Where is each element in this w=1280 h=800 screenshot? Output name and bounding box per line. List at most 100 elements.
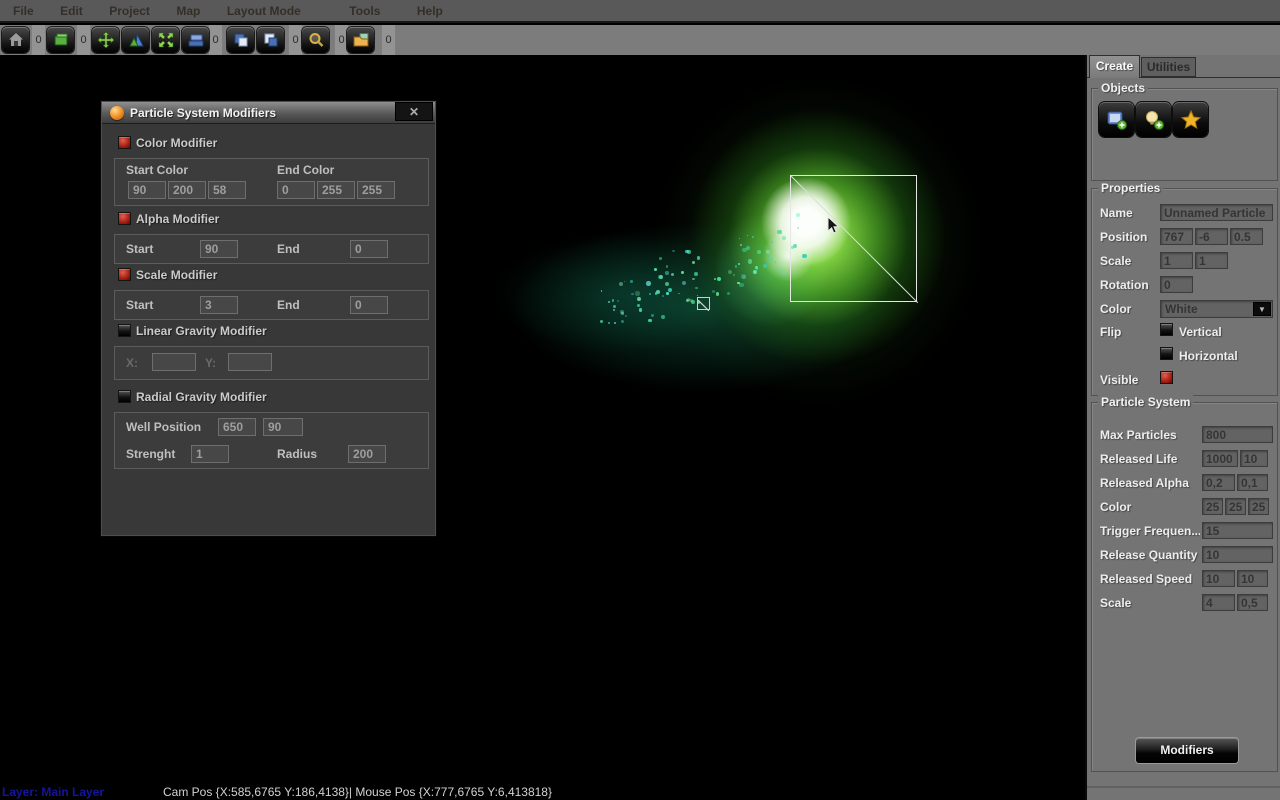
dialog-close-button[interactable]: ✕ [395,102,433,121]
menu-file[interactable]: File [2,0,45,18]
scale-modifier-checkbox[interactable] [118,268,131,281]
add-star-object-button[interactable] [1173,102,1208,137]
menu-layout-mode[interactable]: Layout Mode [216,0,312,18]
scale-x-input[interactable] [1160,252,1193,269]
ps-scale-input-2[interactable] [1237,594,1268,611]
dialog-title: Particle System Modifiers [130,106,276,120]
scale-icon [157,31,175,49]
mouse-cursor [827,216,843,236]
flip-vertical-label: Vertical [1179,325,1222,339]
position-y-input[interactable] [1195,228,1228,245]
tab-create[interactable]: Create [1089,55,1140,78]
name-input[interactable] [1160,204,1273,221]
bring-forward-button[interactable] [227,27,254,53]
end-color-r-input[interactable] [277,181,315,199]
released-life-input-1[interactable] [1202,450,1238,467]
rotate-tool-button[interactable] [122,27,149,53]
ps-color-r-input[interactable] [1202,498,1223,515]
chevron-down-icon[interactable]: ▼ [1253,302,1271,316]
visible-checkbox[interactable] [1160,371,1173,384]
trigger-frequency-input[interactable] [1202,522,1273,539]
toolbar-counter: 0 [381,25,396,55]
flip-horizontal-checkbox[interactable] [1160,347,1173,360]
color-dropdown-value: White [1165,302,1198,316]
selection-rectangle[interactable] [790,175,917,302]
scale-end-input[interactable] [350,296,388,314]
scale-tool-button[interactable] [152,27,179,53]
rotation-input[interactable] [1160,276,1193,293]
released-life-input-2[interactable] [1240,450,1268,467]
radius-input[interactable] [348,445,386,463]
modifiers-button[interactable]: Modifiers [1136,738,1238,763]
emitter-handle[interactable] [697,297,710,310]
menu-edit[interactable]: Edit [49,0,94,18]
zoom-tool-button[interactable] [302,27,329,53]
released-speed-input-1[interactable] [1202,570,1235,587]
release-quantity-input[interactable] [1202,546,1273,563]
ps-color-g-input[interactable] [1225,498,1246,515]
open-project-button[interactable] [347,27,374,53]
dialog-title-bar[interactable]: Particle System Modifiers [102,102,435,124]
add-particle-object-button[interactable] [1136,102,1171,137]
alpha-modifier-header: Alpha Modifier [109,210,428,229]
well-position-x-input[interactable] [218,418,256,436]
linear-y-input[interactable] [228,353,272,371]
alpha-modifier-label: Alpha Modifier [136,212,219,226]
released-alpha-input-1[interactable] [1202,474,1235,491]
color-modifier-checkbox[interactable] [118,136,131,149]
linear-gravity-checkbox[interactable] [118,324,131,337]
linear-y-label: Y: [205,356,216,370]
layers-tool-button[interactable] [47,27,74,53]
menu-bar: File Edit Project Map Layout Mode Tools … [0,0,1280,23]
send-backward-button[interactable] [257,27,284,53]
color-modifier-panel: Start Color End Color [114,158,429,206]
dialog-icon [110,106,124,120]
well-position-y-input[interactable] [263,418,303,436]
rotate-icon [127,31,145,49]
flip-vertical-checkbox[interactable] [1160,323,1173,336]
scale-start-input[interactable] [200,296,238,314]
start-color-b-input[interactable] [208,181,246,199]
name-label: Name [1100,206,1133,220]
move-icon [97,31,115,49]
start-color-g-input[interactable] [168,181,206,199]
alpha-modifier-panel: Start End [114,234,429,264]
radial-gravity-checkbox[interactable] [118,390,131,403]
end-color-g-input[interactable] [317,181,355,199]
toolbar-counter: 0 [31,25,46,55]
position-z-input[interactable] [1230,228,1263,245]
tab-utilities[interactable]: Utilities [1141,57,1196,77]
color-label: Color [1100,302,1131,316]
position-x-input[interactable] [1160,228,1193,245]
star-icon [1180,109,1202,131]
linear-x-input[interactable] [152,353,196,371]
menu-map[interactable]: Map [165,0,211,18]
move-tool-button[interactable] [92,27,119,53]
home-tool-button[interactable] [2,27,29,53]
released-speed-input-2[interactable] [1237,570,1268,587]
alpha-end-input[interactable] [350,240,388,258]
add-image-object-button[interactable] [1099,102,1134,137]
menu-tools[interactable]: Tools [338,0,391,18]
align-tool-button[interactable] [182,27,209,53]
start-color-r-input[interactable] [128,181,166,199]
particle-system-title: Particle System [1098,395,1193,409]
color-dropdown[interactable]: White ▼ [1160,300,1273,318]
max-particles-label: Max Particles [1100,428,1177,442]
max-particles-input[interactable] [1202,426,1273,443]
alpha-start-input[interactable] [200,240,238,258]
strength-input[interactable] [191,445,229,463]
magnifier-icon [307,31,325,49]
released-alpha-input-2[interactable] [1237,474,1268,491]
ps-scale-input-1[interactable] [1202,594,1235,611]
end-color-b-input[interactable] [357,181,395,199]
menu-help[interactable]: Help [406,0,454,18]
scale-y-input[interactable] [1195,252,1228,269]
radial-gravity-label: Radial Gravity Modifier [136,390,267,404]
ps-color-b-input[interactable] [1248,498,1269,515]
alpha-modifier-checkbox[interactable] [118,212,131,225]
ps-color-label: Color [1100,500,1131,514]
menu-project[interactable]: Project [98,0,161,18]
scale-modifier-panel: Start End [114,290,429,320]
selection-diagonal [791,176,918,303]
